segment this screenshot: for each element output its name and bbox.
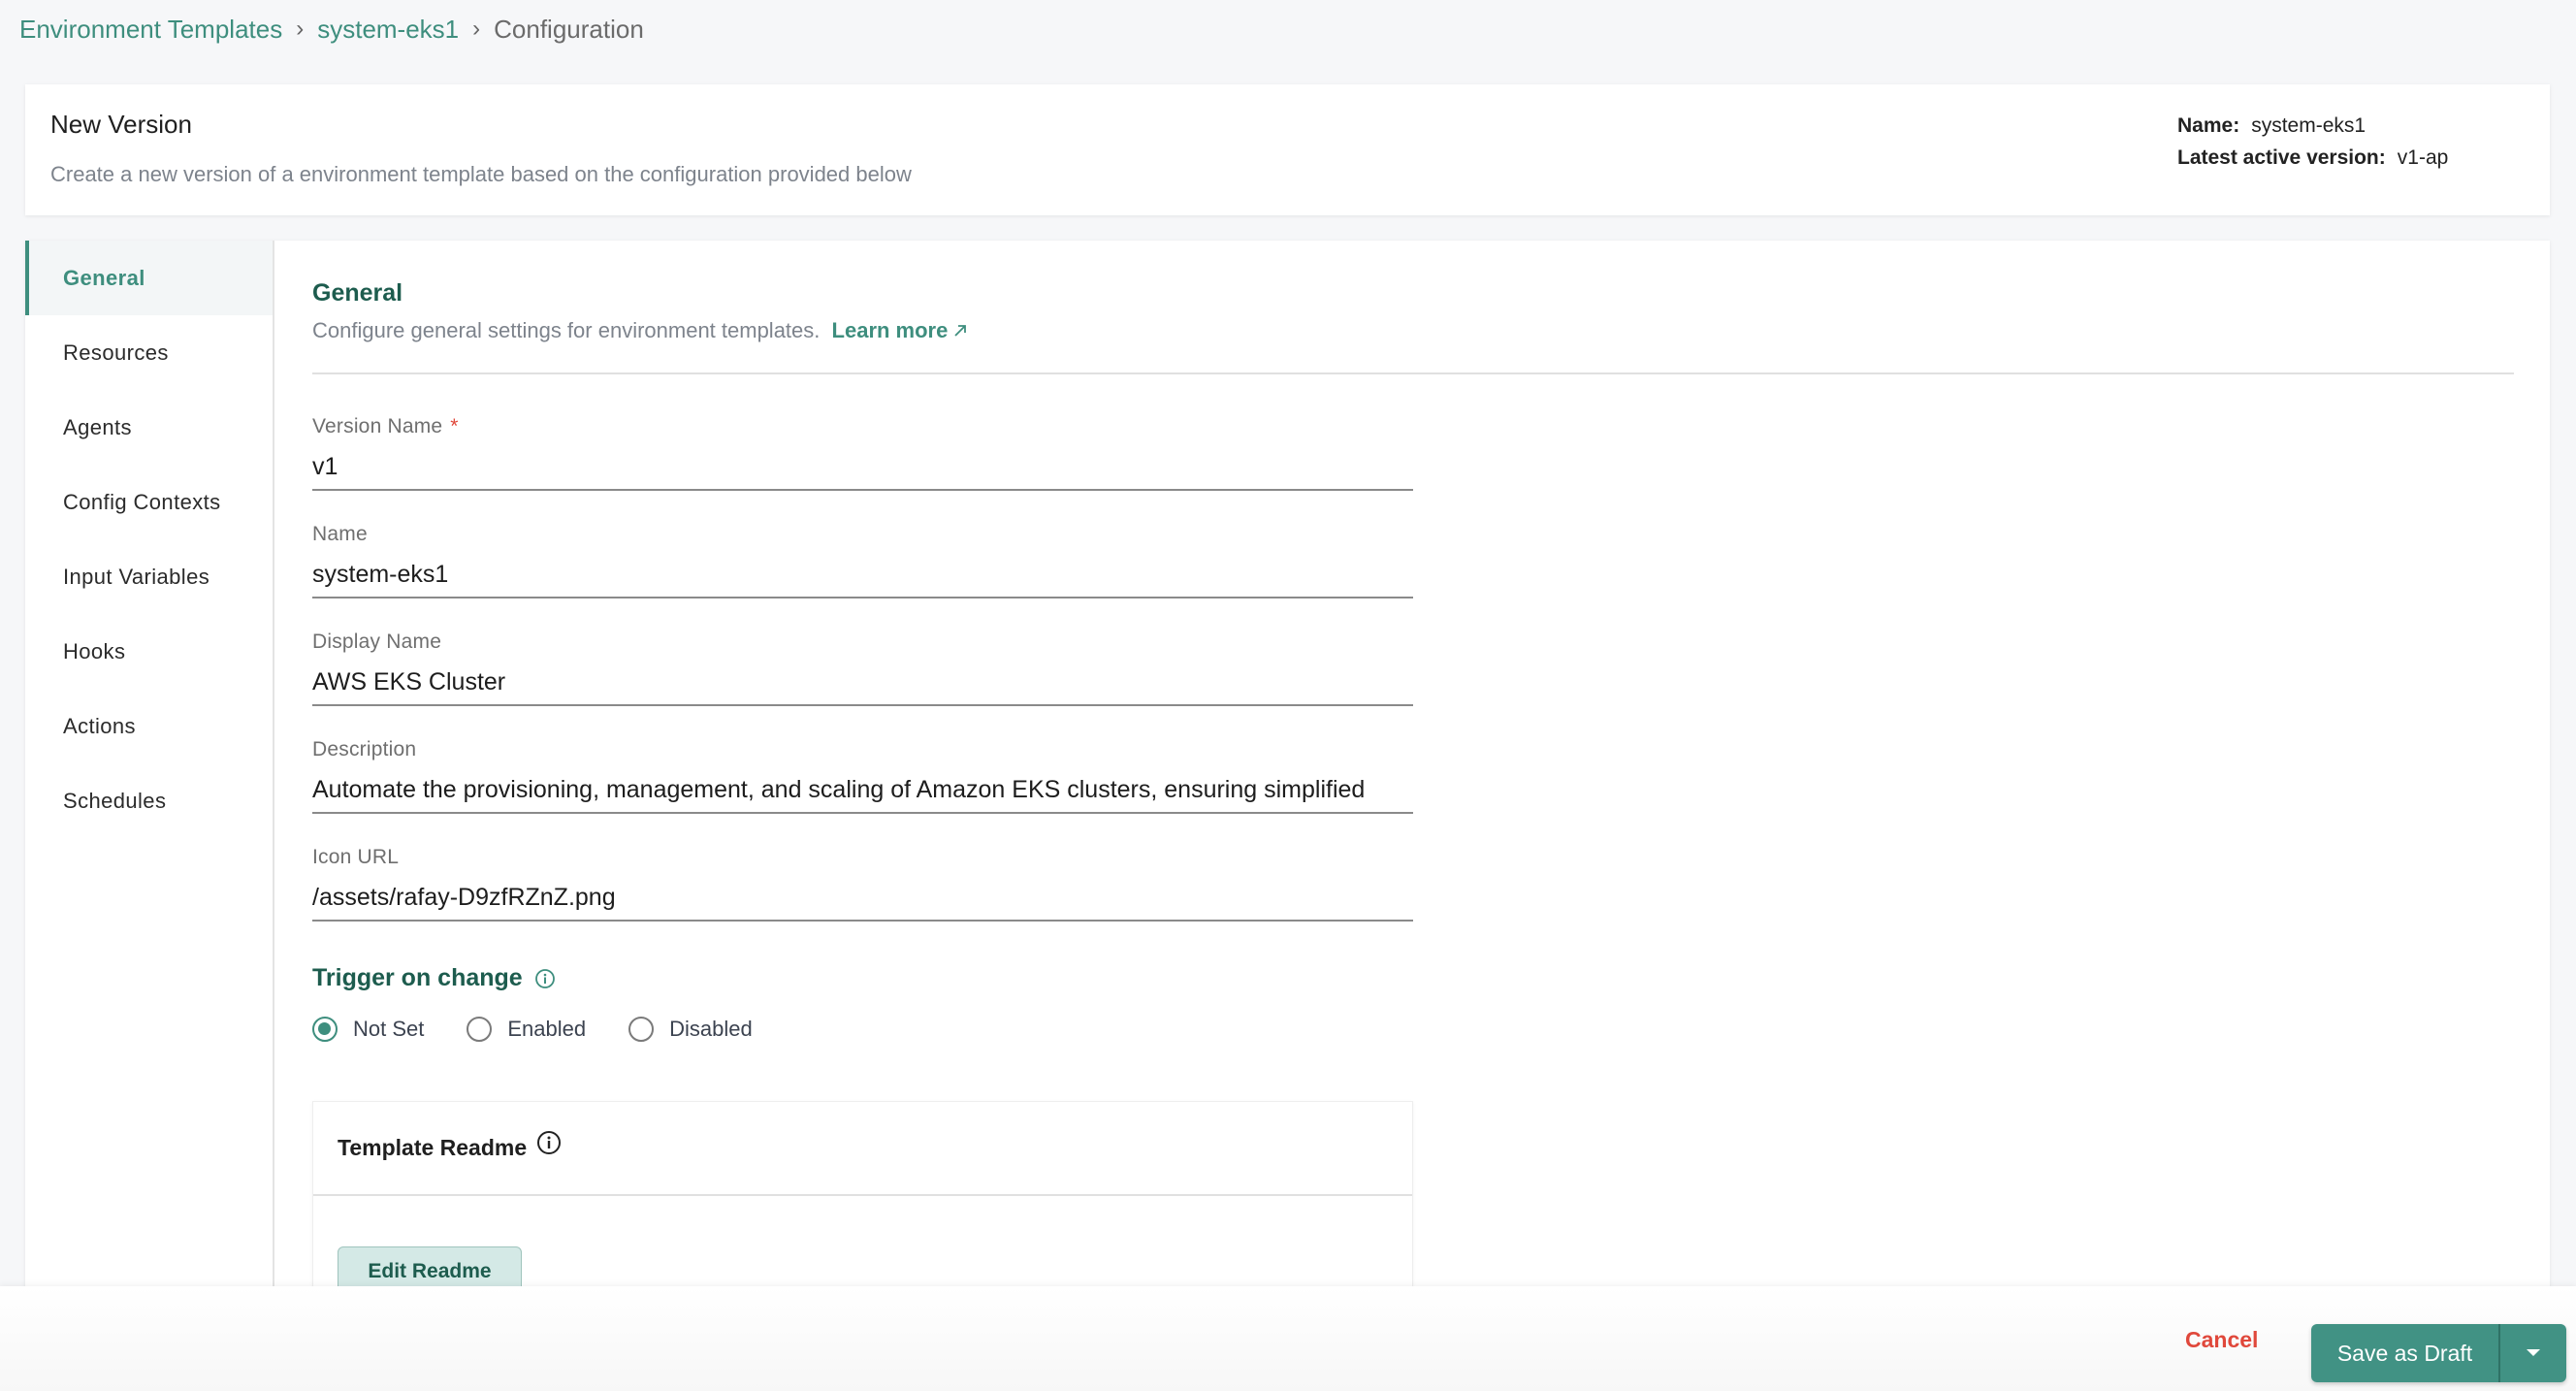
section-description: Configure general settings for environme… — [312, 318, 969, 343]
radio-unchecked-icon[interactable] — [467, 1017, 493, 1042]
name-field: Name — [312, 523, 1413, 598]
version-name-input[interactable] — [312, 444, 1413, 491]
version-name-field: Version Name * — [312, 415, 1413, 491]
sidebar-item-config-contexts[interactable]: Config Contexts — [25, 465, 273, 539]
radio-disabled[interactable]: Disabled — [628, 1017, 753, 1042]
readme-title: Template Readme — [338, 1135, 528, 1160]
name-label: Name: — [2177, 114, 2240, 137]
save-split-button: Save as Draft — [2311, 1324, 2566, 1382]
readme-header: Template Readme — [313, 1102, 1412, 1196]
icon-url-label: Icon URL — [312, 846, 400, 868]
radio-not-set[interactable]: Not Set — [312, 1017, 424, 1042]
display-name-field: Display Name — [312, 631, 1413, 706]
sidebar-item-actions[interactable]: Actions — [25, 689, 273, 763]
radio-checked-icon[interactable] — [312, 1017, 338, 1042]
sidebar-item-hooks[interactable]: Hooks — [25, 614, 273, 689]
breadcrumb-environment-templates[interactable]: Environment Templates — [19, 15, 282, 45]
latest-version-label: Latest active version: — [2177, 146, 2386, 169]
version-name-label: Version Name — [312, 415, 443, 437]
trigger-on-change-title: Trigger on change — [312, 964, 556, 992]
name-input[interactable] — [312, 552, 1413, 598]
latest-version-value: v1-ap — [2397, 146, 2449, 169]
page-subtitle: Create a new version of a environment te… — [50, 162, 912, 186]
sidebar-item-schedules[interactable]: Schedules — [25, 763, 273, 838]
radio-enabled[interactable]: Enabled — [467, 1017, 586, 1042]
radio-enabled-label: Enabled — [507, 1017, 587, 1041]
display-name-label: Display Name — [312, 631, 442, 653]
display-name-input[interactable] — [312, 660, 1413, 706]
general-section: General Configure general settings for e… — [274, 241, 2550, 1314]
description-field: Description — [312, 738, 1413, 814]
header-card: New Version Create a new version of a en… — [25, 84, 2550, 215]
cancel-button[interactable]: Cancel — [2185, 1327, 2258, 1353]
breadcrumb: Environment Templates › system-eks1 › Co… — [19, 12, 644, 47]
caret-down-icon — [2527, 1349, 2540, 1356]
breadcrumb-template[interactable]: system-eks1 — [317, 15, 459, 45]
section-title: General — [312, 279, 403, 307]
breadcrumb-current: Configuration — [494, 14, 644, 44]
radio-unchecked-icon[interactable] — [628, 1017, 655, 1042]
sidebar-item-resources[interactable]: Resources — [25, 315, 273, 390]
save-options-dropdown[interactable] — [2498, 1324, 2566, 1382]
description-label: Description — [312, 738, 417, 760]
config-panel: General Resources Agents Config Contexts… — [25, 241, 2550, 1314]
template-meta: Name: system-eks1 Latest active version: v… — [2177, 110, 2448, 174]
section-divider — [312, 372, 2514, 374]
trigger-on-change-label: Trigger on change — [312, 964, 523, 991]
sidebar: General Resources Agents Config Contexts… — [25, 241, 274, 1298]
icon-url-input[interactable] — [312, 875, 1413, 922]
section-description-text: Configure general settings for environme… — [312, 318, 821, 342]
icon-url-field: Icon URL — [312, 846, 1413, 922]
footer-bar: Cancel Save as Draft — [0, 1286, 2576, 1391]
required-asterisk: * — [450, 415, 459, 437]
info-icon[interactable] — [536, 1130, 562, 1155]
radio-disabled-label: Disabled — [669, 1017, 753, 1041]
learn-more-link[interactable]: Learn more — [832, 318, 970, 342]
external-link-icon — [954, 325, 967, 337]
learn-more-label: Learn more — [831, 318, 949, 342]
name-field-label: Name — [312, 523, 368, 545]
save-as-draft-button[interactable]: Save as Draft — [2311, 1324, 2498, 1382]
description-input[interactable] — [312, 767, 1413, 814]
breadcrumb-separator: › — [472, 16, 481, 42]
breadcrumb-separator: › — [296, 16, 305, 42]
radio-not-set-label: Not Set — [353, 1017, 425, 1041]
sidebar-item-input-variables[interactable]: Input Variables — [25, 539, 273, 614]
template-readme-card: Template Readme Edit Readme — [312, 1101, 1413, 1314]
page-title: New Version — [50, 110, 192, 139]
name-value: system-eks1 — [2251, 114, 2367, 137]
info-icon[interactable] — [534, 968, 556, 989]
sidebar-item-agents[interactable]: Agents — [25, 390, 273, 465]
trigger-radio-group: Not Set Enabled Disabled — [312, 1017, 795, 1042]
sidebar-item-general[interactable]: General — [25, 241, 273, 315]
